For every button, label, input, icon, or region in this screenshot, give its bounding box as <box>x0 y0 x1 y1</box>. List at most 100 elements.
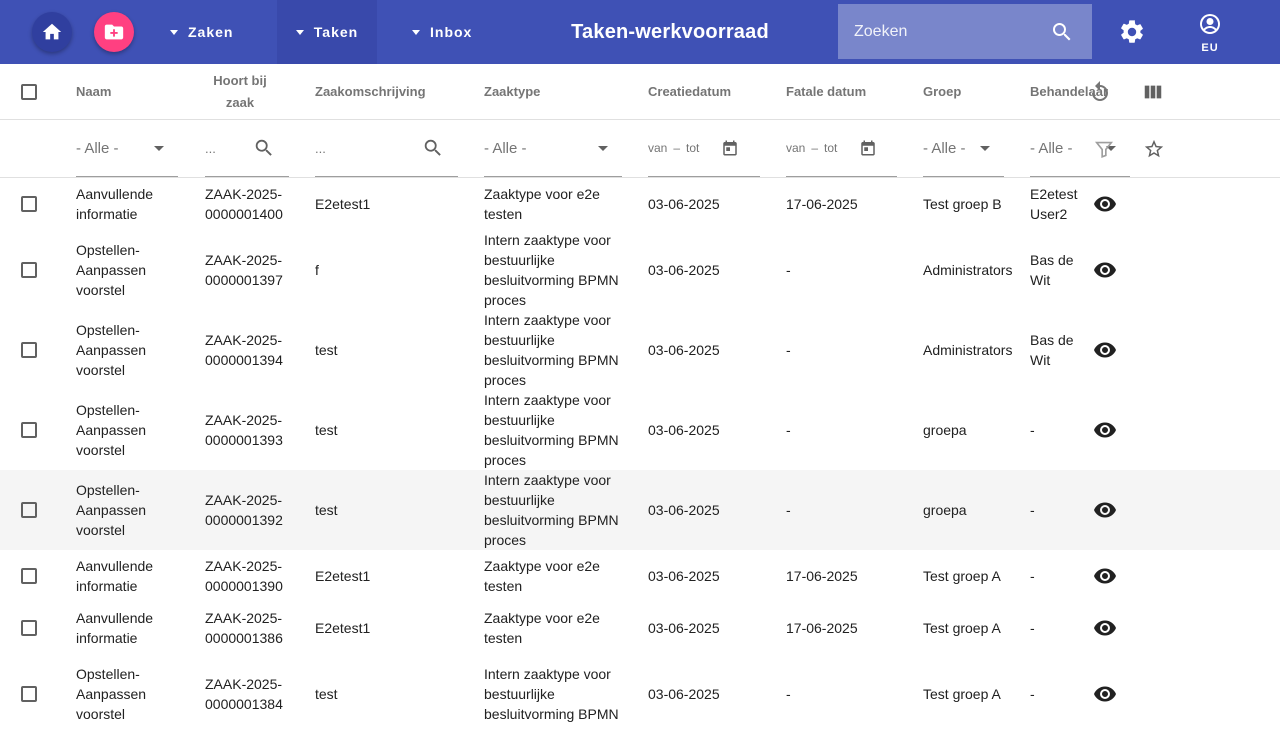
cell-fataledatum: - <box>786 685 791 702</box>
settings-gear-icon[interactable] <box>1118 18 1146 46</box>
table-row[interactable]: Opstellen- Aanpassen voorstel ZAAK-2025- … <box>0 469 1280 550</box>
cell-zaak: ZAAK-2025- 0000001394 <box>205 331 283 368</box>
row-checkbox[interactable] <box>21 421 37 438</box>
calendar-icon[interactable] <box>721 139 739 157</box>
table-row[interactable]: Aanvullende informatie ZAAK-2025- 0000001… <box>0 178 1280 230</box>
cell-zaak: ZAAK-2025- 0000001393 <box>205 411 283 448</box>
cell-creatiedatum: 03-06-2025 <box>648 619 720 636</box>
new-zaak-button[interactable] <box>94 12 134 52</box>
nav-inbox-label: Inbox <box>430 24 473 40</box>
cell-fataledatum: - <box>786 341 791 358</box>
range-dash: – <box>811 141 819 155</box>
cell-groep: Test groep A <box>923 567 1001 584</box>
view-eye-icon[interactable] <box>1093 616 1117 640</box>
search-field[interactable] <box>838 4 1092 59</box>
view-eye-icon[interactable] <box>1093 682 1117 706</box>
star-outline-icon[interactable] <box>1143 138 1165 160</box>
view-eye-icon[interactable] <box>1093 564 1117 588</box>
table-row[interactable]: Opstellen- Aanpassen voorstel ZAAK-2025- … <box>0 654 1280 734</box>
row-checkbox[interactable] <box>21 619 37 636</box>
row-checkbox[interactable] <box>21 567 37 584</box>
search-icon[interactable] <box>1050 20 1074 44</box>
table-row[interactable]: Opstellen- Aanpassen voorstel ZAAK-2025- … <box>0 230 1280 310</box>
col-fataledatum[interactable]: Fatale datum <box>786 64 923 120</box>
cell-behandelaar: - <box>1030 685 1035 702</box>
cell-zaak: ZAAK-2025- 0000001392 <box>205 491 283 528</box>
date-from-label[interactable]: van <box>786 141 805 155</box>
view-eye-icon[interactable] <box>1093 498 1117 522</box>
view-columns-icon[interactable] <box>1142 81 1164 103</box>
caret-down-icon <box>154 145 164 151</box>
cell-naam: Aanvullende informatie <box>76 557 154 594</box>
cell-behandelaar: Bas de Wit <box>1030 331 1074 368</box>
search-icon[interactable] <box>422 137 444 159</box>
col-behandelaar[interactable]: Behandelaar <box>1030 64 1108 120</box>
cell-behandelaar: - <box>1030 619 1035 636</box>
col-zaak-label: Hoort bij zaak <box>213 72 267 110</box>
date-from-label[interactable]: van <box>648 141 667 155</box>
view-eye-icon[interactable] <box>1093 192 1117 216</box>
row-checkbox[interactable] <box>21 195 37 212</box>
cell-zaaktype: Intern zaaktype voor bestuurlijke beslui… <box>484 471 619 548</box>
home-button[interactable] <box>32 12 72 52</box>
search-icon[interactable] <box>253 137 275 159</box>
zaaktype-filter-select[interactable]: - Alle - <box>484 121 622 177</box>
cell-zaak: ZAAK-2025- 0000001390 <box>205 557 283 594</box>
cell-zaaktype: Intern zaaktype voor bestuurlijke beslui… <box>484 391 619 468</box>
select-all-cell <box>0 64 76 120</box>
calendar-icon[interactable] <box>859 139 877 157</box>
row-checkbox[interactable] <box>21 341 37 358</box>
cell-behandelaar: - <box>1030 421 1035 438</box>
naam-filter-select[interactable]: - Alle - <box>76 121 178 177</box>
col-groep[interactable]: Groep <box>923 64 1030 120</box>
caret-down-icon <box>412 29 420 35</box>
cell-omschrijving: test <box>315 341 338 358</box>
cell-zaaktype: Zaaktype voor e2e testen <box>484 185 600 222</box>
select-all-checkbox[interactable] <box>21 83 37 100</box>
view-eye-icon[interactable] <box>1093 258 1117 282</box>
cell-omschrijving: test <box>315 469 484 550</box>
nav-zaken-menu[interactable]: Zaken <box>170 0 270 64</box>
search-input[interactable] <box>838 21 1046 42</box>
cell-groep: Administrators <box>923 261 1013 278</box>
row-checkbox[interactable] <box>21 685 37 702</box>
fataledatum-range[interactable]: van – tot <box>786 121 897 177</box>
row-checkbox[interactable] <box>21 261 37 278</box>
nav-inbox-menu[interactable]: Inbox <box>412 0 502 64</box>
cell-fataledatum: - <box>786 469 923 550</box>
nav-taken-menu[interactable]: Taken <box>277 0 377 64</box>
nav-taken-label: Taken <box>313 24 359 40</box>
cell-creatiedatum: 03-06-2025 <box>648 685 720 702</box>
creatiedatum-range[interactable]: van – tot <box>648 121 760 177</box>
page-title: Taken-werkvoorraad <box>571 20 769 43</box>
col-creatiedatum[interactable]: Creatiedatum <box>648 64 786 120</box>
cell-omschrijving: f <box>315 261 319 278</box>
table-row[interactable]: Opstellen- Aanpassen voorstel ZAAK-2025- … <box>0 390 1280 470</box>
behandelaar-filter-value: - Alle - <box>1030 139 1073 157</box>
cell-naam: Opstellen- Aanpassen voorstel <box>76 481 147 538</box>
col-zaaktype[interactable]: Zaaktype <box>484 64 648 120</box>
folder-add-icon <box>104 24 124 40</box>
tasks-table: Naam Hoort bij zaak Zaakomschrijving Zaa… <box>0 64 1280 734</box>
view-eye-icon[interactable] <box>1093 418 1117 442</box>
col-naam[interactable]: Naam <box>76 64 205 120</box>
date-to-label[interactable]: tot <box>686 141 699 155</box>
table-row[interactable]: Aanvullende informatie ZAAK-2025- 0000001… <box>0 602 1280 654</box>
zaak-filter-field[interactable] <box>205 121 289 177</box>
table-row[interactable]: Opstellen- Aanpassen voorstel ZAAK-2025- … <box>0 310 1280 390</box>
groep-filter-select[interactable]: - Alle - <box>923 121 1004 177</box>
omschrijving-filter-field[interactable] <box>315 121 458 177</box>
cell-fataledatum: 17-06-2025 <box>786 195 858 212</box>
table-body: Aanvullende informatie ZAAK-2025- 0000001… <box>0 178 1280 734</box>
row-checkbox[interactable] <box>21 501 37 518</box>
naam-filter-value: - Alle - <box>76 139 119 157</box>
view-eye-icon[interactable] <box>1093 338 1117 362</box>
omschrijving-filter-input[interactable] <box>315 140 355 156</box>
account-menu[interactable]: EU <box>1190 12 1230 54</box>
zaak-filter-input[interactable] <box>205 140 245 156</box>
date-to-label[interactable]: tot <box>824 141 837 155</box>
col-zaak[interactable]: Hoort bij zaak <box>205 64 315 120</box>
table-row[interactable]: Aanvullende informatie ZAAK-2025- 0000001… <box>0 550 1280 602</box>
cell-groep: Test groep B <box>923 195 1002 212</box>
col-omschrijving[interactable]: Zaakomschrijving <box>315 64 484 120</box>
